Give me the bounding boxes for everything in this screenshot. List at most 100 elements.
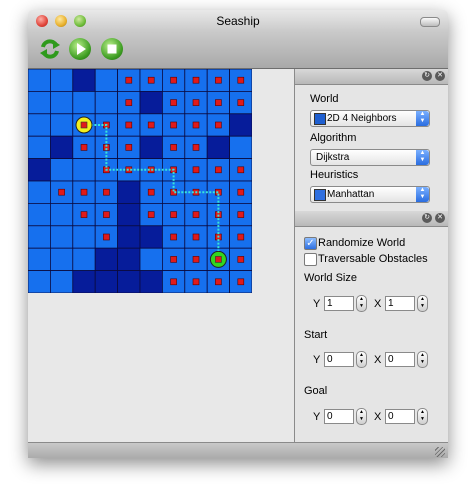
visited-node-marker <box>192 121 200 129</box>
reset-arrows-icon[interactable] <box>39 38 61 60</box>
visited-node-marker <box>80 144 88 151</box>
app-window: Seaship ↻ ✕ World 2D 4 Neighbors ▲ ▼ Alg… <box>28 10 448 458</box>
grid-icon <box>314 113 326 125</box>
visited-node-marker <box>147 76 155 84</box>
visited-node-marker <box>192 166 200 174</box>
visited-node-marker <box>237 99 245 106</box>
close-window-button[interactable] <box>36 15 48 27</box>
open-cell <box>49 202 74 227</box>
goal-x-label: X <box>374 411 382 423</box>
open-cell <box>28 270 51 293</box>
visited-node-marker <box>170 278 177 286</box>
visited-node-marker <box>103 188 110 196</box>
visited-node-marker <box>215 166 222 174</box>
visited-node-marker <box>147 211 155 218</box>
world-size-x-input[interactable]: 1 <box>385 296 415 311</box>
stop-icon[interactable] <box>101 38 123 60</box>
algorithm-select[interactable]: Dijkstra ▲ ▼ <box>310 149 430 166</box>
visited-node-marker <box>170 233 177 241</box>
visited-node-marker <box>192 278 200 286</box>
algorithm-label: Algorithm <box>310 132 357 144</box>
visited-node-marker <box>192 233 200 241</box>
toolbar <box>28 32 448 69</box>
goal-label: Goal <box>304 385 328 397</box>
start-y-stepper[interactable]: ▲ ▼ <box>356 351 367 368</box>
goal-x-stepper[interactable]: ▲ ▼ <box>417 408 428 425</box>
visited-node-marker <box>80 188 88 196</box>
chevron-updown-icon: ▲ ▼ <box>416 150 429 165</box>
start-label: Start <box>304 329 328 341</box>
zoom-window-button[interactable] <box>74 15 86 27</box>
visited-node-marker <box>147 188 155 196</box>
visited-node-marker <box>170 76 177 84</box>
world-grid[interactable] <box>28 69 252 293</box>
open-cell <box>49 225 74 249</box>
options-panel: ↻ ✕ ✓ Randomize World Traversable Obstac… <box>295 211 448 442</box>
world-size-x-stepper[interactable]: ▲ ▼ <box>417 295 428 312</box>
panel-options-icon[interactable]: ↻ <box>422 71 432 81</box>
open-cell <box>94 90 118 115</box>
visited-node-marker <box>215 76 222 84</box>
visited-node-marker <box>192 76 200 84</box>
visited-node-marker <box>237 233 245 241</box>
heuristics-select-value: Manhattan <box>327 189 375 200</box>
panel-close-icon[interactable]: ✕ <box>435 213 445 223</box>
open-cell <box>49 270 74 293</box>
goal-y-input[interactable]: 0 <box>324 409 354 424</box>
visited-node-marker <box>103 233 110 241</box>
open-cell <box>28 225 51 249</box>
play-icon[interactable] <box>69 38 91 60</box>
obstacle-cell <box>229 113 252 137</box>
obstacle-cell <box>72 69 96 92</box>
minimize-window-button[interactable] <box>55 15 67 27</box>
visited-node-marker <box>170 99 177 106</box>
obstacle-cell <box>139 135 163 159</box>
obstacle-cell <box>139 90 163 115</box>
open-cell <box>94 69 118 92</box>
open-cell <box>28 202 51 227</box>
open-cell <box>28 69 51 92</box>
visited-node-marker <box>237 166 245 174</box>
open-cell <box>139 247 163 271</box>
heuristics-select[interactable]: Manhattan ▲ ▼ <box>310 186 430 203</box>
panel-options-icon[interactable]: ↻ <box>422 213 432 223</box>
open-cell <box>49 90 74 115</box>
world-select-value: 2D 4 Neighbors <box>327 113 397 124</box>
open-cell <box>49 69 74 92</box>
toolbar-toggle-button[interactable] <box>420 17 440 27</box>
obstacle-cell <box>94 270 118 293</box>
goal-y-label: Y <box>313 411 321 423</box>
resize-grip-icon[interactable] <box>435 447 445 457</box>
traversable-obstacles-checkbox[interactable] <box>304 253 317 266</box>
obstacle-cell <box>49 135 74 159</box>
panel-header: ↻ ✕ <box>295 211 448 227</box>
obstacle-cell <box>117 247 141 271</box>
open-cell <box>49 158 74 182</box>
world-size-y-input[interactable]: 1 <box>324 296 354 311</box>
visited-node-marker <box>237 278 245 286</box>
visited-node-marker <box>125 99 133 106</box>
obstacle-cell <box>139 225 163 249</box>
world-select[interactable]: 2D 4 Neighbors ▲ ▼ <box>310 110 430 127</box>
obstacle-cell <box>117 202 141 227</box>
randomize-world-checkbox[interactable]: ✓ <box>304 237 317 250</box>
goal-x-input[interactable]: 0 <box>385 409 415 424</box>
open-cell <box>229 135 252 159</box>
visited-node-marker <box>237 256 245 263</box>
algorithm-select-value: Dijkstra <box>316 152 350 163</box>
obstacle-cell <box>206 135 230 159</box>
visited-node-marker <box>237 76 245 84</box>
start-y-input[interactable]: 0 <box>324 352 354 367</box>
panel-close-icon[interactable]: ✕ <box>435 71 445 81</box>
visited-node-marker <box>192 99 200 106</box>
open-cell <box>28 180 51 204</box>
open-cell <box>72 225 96 249</box>
world-size-y-stepper[interactable]: ▲ ▼ <box>356 295 367 312</box>
world-size-y-label: Y <box>313 298 321 310</box>
world-size-x-label: X <box>374 298 382 310</box>
start-x-input[interactable]: 0 <box>385 352 415 367</box>
obstacle-cell <box>72 270 96 293</box>
randomize-world-label: Randomize World <box>318 237 406 249</box>
goal-y-stepper[interactable]: ▲ ▼ <box>356 408 367 425</box>
start-x-stepper[interactable]: ▲ ▼ <box>417 351 428 368</box>
